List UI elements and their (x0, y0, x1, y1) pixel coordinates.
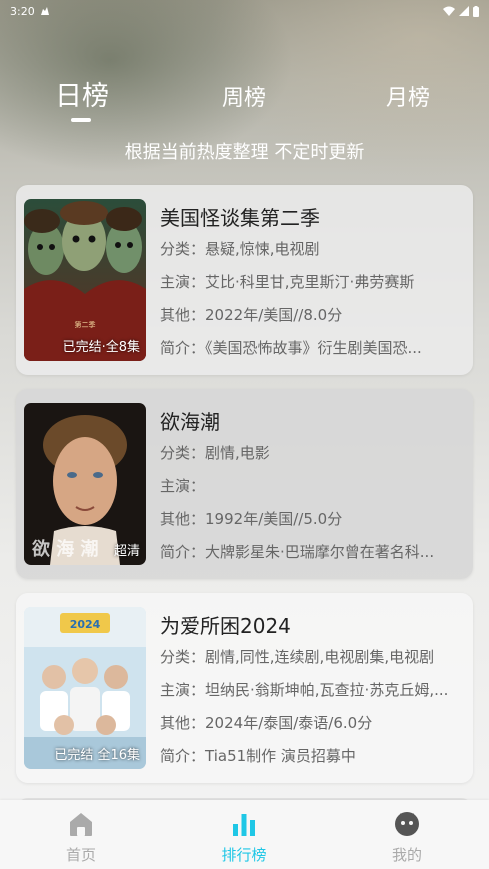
item-other: 其他：1992年/美国//5.0分 (160, 508, 460, 529)
battery-icon (473, 5, 479, 17)
nav-ranking[interactable]: 排行榜 (184, 800, 304, 869)
category-label: 分类： (160, 240, 206, 258)
signal-icon (459, 6, 469, 16)
other-value: 2022年/美国//8.0分 (205, 306, 343, 324)
item-title: 美国怪谈集第二季 (160, 206, 320, 230)
tab-daily-label: 日榜 (55, 81, 109, 112)
poster-status-tag: 已完结·全8集 (62, 340, 140, 355)
intro-value: Tia51制作 演员招募中 (205, 747, 356, 765)
tab-monthly-label: 月榜 (386, 86, 431, 111)
cast-label: 主演： (160, 273, 206, 291)
item-other: 其他：2022年/美国//8.0分 (160, 304, 460, 325)
nav-home-label: 首页 (65, 846, 96, 864)
category-label: 分类： (160, 648, 206, 666)
item-cast: 主演：艾比·科里甘,克里斯汀·弗劳赛斯 (160, 271, 460, 292)
status-bar: 3:20 (0, 0, 489, 22)
ranking-subtitle: 根据当前热度整理 不定时更新 (124, 142, 365, 163)
poster-image: 第二季 已完结·全8集 (24, 199, 146, 361)
item-intro: 简介：Tia51制作 演员招募中 (160, 745, 460, 766)
intro-value: 大牌影星朱·巴瑞摩尔曾在著名科... (205, 543, 435, 561)
other-label: 其他： (160, 714, 206, 732)
intro-value: 《美国恐怖故事》衍生剧美国恐... (205, 339, 422, 357)
cast-value: 坦纳民·翁斯坤帕,瓦查拉·苏克丘姆,... (205, 681, 449, 699)
list-item[interactable]: 2024 已完结 全16集 为爱所困2024 分类：剧情,同性,连续剧,电视剧集… (16, 593, 473, 783)
cast-label: 主演： (160, 477, 206, 495)
other-value: 1992年/美国//5.0分 (205, 510, 343, 528)
item-title: 欲海潮 (160, 410, 220, 434)
nav-profile[interactable]: 我的 (347, 800, 467, 869)
nav-home[interactable]: 首页 (21, 800, 141, 869)
nav-ranking-label: 排行榜 (221, 846, 267, 864)
item-intro: 简介：大牌影星朱·巴瑞摩尔曾在著名科... (160, 541, 460, 562)
tab-active-indicator (71, 118, 91, 122)
bottom-navigation: 首页 排行榜 我的 (0, 800, 489, 869)
poster-image: 2024 已完结 全16集 (24, 607, 146, 769)
tab-daily[interactable]: 日榜 (55, 74, 109, 113)
ranking-icon (233, 814, 255, 836)
item-cast: 主演：坦纳民·翁斯坤帕,瓦查拉·苏克丘姆,... (160, 679, 460, 700)
poster-status-tag: 已完结 全16集 (54, 748, 140, 763)
list-item[interactable]: 欲 海 潮 超清 欲海潮 分类：剧情,电影 主演： 其他：1992年/美国//5… (16, 389, 473, 579)
category-value: 剧情,同性,连续剧,电视剧集,电视剧 (205, 648, 435, 666)
tab-weekly[interactable]: 周榜 (222, 80, 266, 112)
nav-profile-label: 我的 (391, 846, 422, 864)
ranking-tabs: 日榜 周榜 月榜 (0, 74, 489, 124)
poster-art-text: 欲 海 潮 (31, 538, 99, 560)
poster-art-text: 第二季 (75, 320, 96, 329)
item-cast: 主演： (160, 475, 460, 496)
notification-icon (40, 7, 49, 15)
home-icon (70, 813, 92, 836)
cast-label: 主演： (160, 681, 206, 699)
poster-art-text: 2024 (70, 618, 101, 631)
intro-label: 简介： (160, 339, 206, 357)
item-title: 为爱所困2024 (160, 614, 291, 638)
item-category: 分类：悬疑,惊悚,电视剧 (160, 238, 460, 259)
item-category: 分类：剧情,电影 (160, 442, 460, 463)
intro-label: 简介： (160, 543, 206, 561)
poster-image: 欲 海 潮 超清 (24, 403, 146, 565)
other-label: 其他： (160, 510, 206, 528)
status-time: 3:20 (10, 4, 35, 18)
wifi-icon (443, 6, 455, 16)
tab-monthly[interactable]: 月榜 (386, 80, 430, 112)
item-category: 分类：剧情,同性,连续剧,电视剧集,电视剧 (160, 646, 460, 667)
category-value: 悬疑,惊悚,电视剧 (205, 240, 320, 258)
item-other: 其他：2024年/泰国/泰语/6.0分 (160, 712, 460, 733)
tab-weekly-label: 周榜 (222, 86, 267, 111)
other-value: 2024年/泰国/泰语/6.0分 (205, 714, 373, 732)
list-item[interactable]: 第二季 已完结·全8集 美国怪谈集第二季 分类：悬疑,惊悚,电视剧 主演：艾比·… (16, 185, 473, 375)
item-intro: 简介：《美国恐怖故事》衍生剧美国恐... (160, 337, 460, 358)
other-label: 其他： (160, 306, 206, 324)
intro-label: 简介： (160, 747, 206, 765)
category-value: 剧情,电影 (205, 444, 270, 462)
cast-value: 艾比·科里甘,克里斯汀·弗劳赛斯 (205, 273, 415, 291)
category-label: 分类： (160, 444, 206, 462)
poster-status-tag: 超清 (113, 544, 140, 559)
profile-icon (395, 812, 419, 836)
